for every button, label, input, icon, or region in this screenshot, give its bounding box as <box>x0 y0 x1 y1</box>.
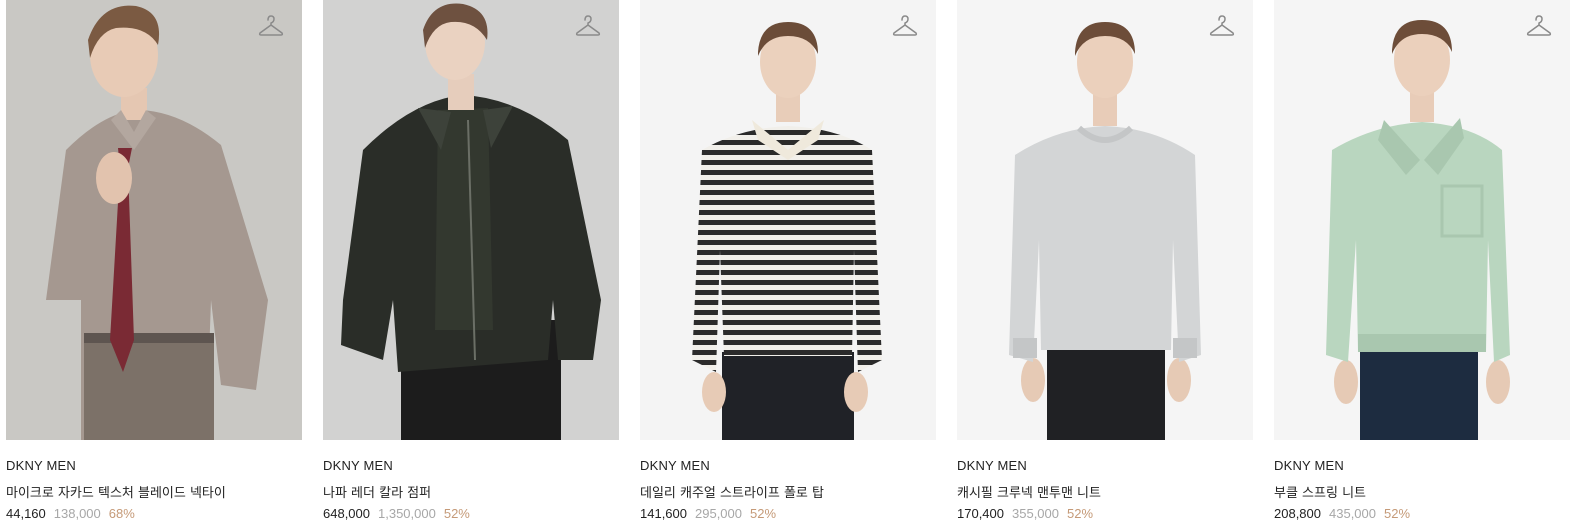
hanger-icon[interactable] <box>258 14 284 38</box>
hanger-icon[interactable] <box>1209 14 1235 38</box>
product-card[interactable]: DKNY MEN 데일리 캐주얼 스트라이프 폴로 탑 141,600 295,0… <box>640 0 936 529</box>
model-photo <box>6 0 302 440</box>
sale-price: 141,600 <box>640 506 687 521</box>
hanger-icon[interactable] <box>575 14 601 38</box>
discount-rate: 52% <box>1384 506 1411 521</box>
price-row: 44,160 138,000 68% <box>6 506 135 521</box>
product-name[interactable]: 부클 스프링 니트 <box>1274 482 1366 501</box>
product-brand: DKNY MEN <box>1274 458 1344 473</box>
product-name[interactable]: 캐시필 크루넥 맨투맨 니트 <box>957 482 1101 501</box>
discount-rate: 68% <box>108 506 135 521</box>
original-price: 435,000 <box>1329 506 1376 521</box>
product-image[interactable] <box>323 0 619 440</box>
product-image[interactable] <box>640 0 936 440</box>
original-price: 295,000 <box>695 506 742 521</box>
hanger-icon[interactable] <box>1526 14 1552 38</box>
hanger-icon[interactable] <box>892 14 918 38</box>
model-photo <box>957 0 1253 440</box>
sale-price: 170,400 <box>957 506 1004 521</box>
product-image[interactable] <box>957 0 1253 440</box>
sale-price: 648,000 <box>323 506 370 521</box>
product-name[interactable]: 데일리 캐주얼 스트라이프 폴로 탑 <box>640 482 824 501</box>
model-photo <box>323 0 619 440</box>
product-name[interactable]: 나파 레더 칼라 점퍼 <box>323 482 431 501</box>
product-brand: DKNY MEN <box>640 458 710 473</box>
product-grid: DKNY MEN 마이크로 자카드 텍스처 블레이드 넥타이 44,160 138… <box>0 0 1575 529</box>
original-price: 138,000 <box>53 506 101 521</box>
discount-rate: 52% <box>1067 506 1094 521</box>
model-photo <box>640 0 936 440</box>
model-photo <box>1274 0 1570 440</box>
product-card[interactable]: DKNY MEN 캐시필 크루넥 맨투맨 니트 170,400 355,000 52… <box>957 0 1253 529</box>
product-card[interactable]: DKNY MEN 나파 레더 칼라 점퍼 648,000 1,350,000 52% <box>323 0 619 529</box>
product-brand: DKNY MEN <box>957 458 1027 473</box>
sale-price: 44,160 <box>6 506 46 521</box>
discount-rate: 52% <box>750 506 777 521</box>
product-image[interactable] <box>1274 0 1570 440</box>
price-row: 170,400 355,000 52% <box>957 506 1093 521</box>
price-row: 141,600 295,000 52% <box>640 506 776 521</box>
product-name[interactable]: 마이크로 자카드 텍스처 블레이드 넥타이 <box>6 482 226 501</box>
original-price: 1,350,000 <box>378 506 436 521</box>
product-brand: DKNY MEN <box>323 458 393 473</box>
discount-rate: 52% <box>443 506 470 521</box>
price-row: 208,800 435,000 52% <box>1274 506 1410 521</box>
product-image[interactable] <box>6 0 302 440</box>
product-card[interactable]: DKNY MEN 마이크로 자카드 텍스처 블레이드 넥타이 44,160 138… <box>6 0 302 529</box>
original-price: 355,000 <box>1012 506 1059 521</box>
product-brand: DKNY MEN <box>6 458 76 473</box>
price-row: 648,000 1,350,000 52% <box>323 506 470 521</box>
sale-price: 208,800 <box>1274 506 1321 521</box>
product-card[interactable]: DKNY MEN 부클 스프링 니트 208,800 435,000 52% <box>1274 0 1570 529</box>
